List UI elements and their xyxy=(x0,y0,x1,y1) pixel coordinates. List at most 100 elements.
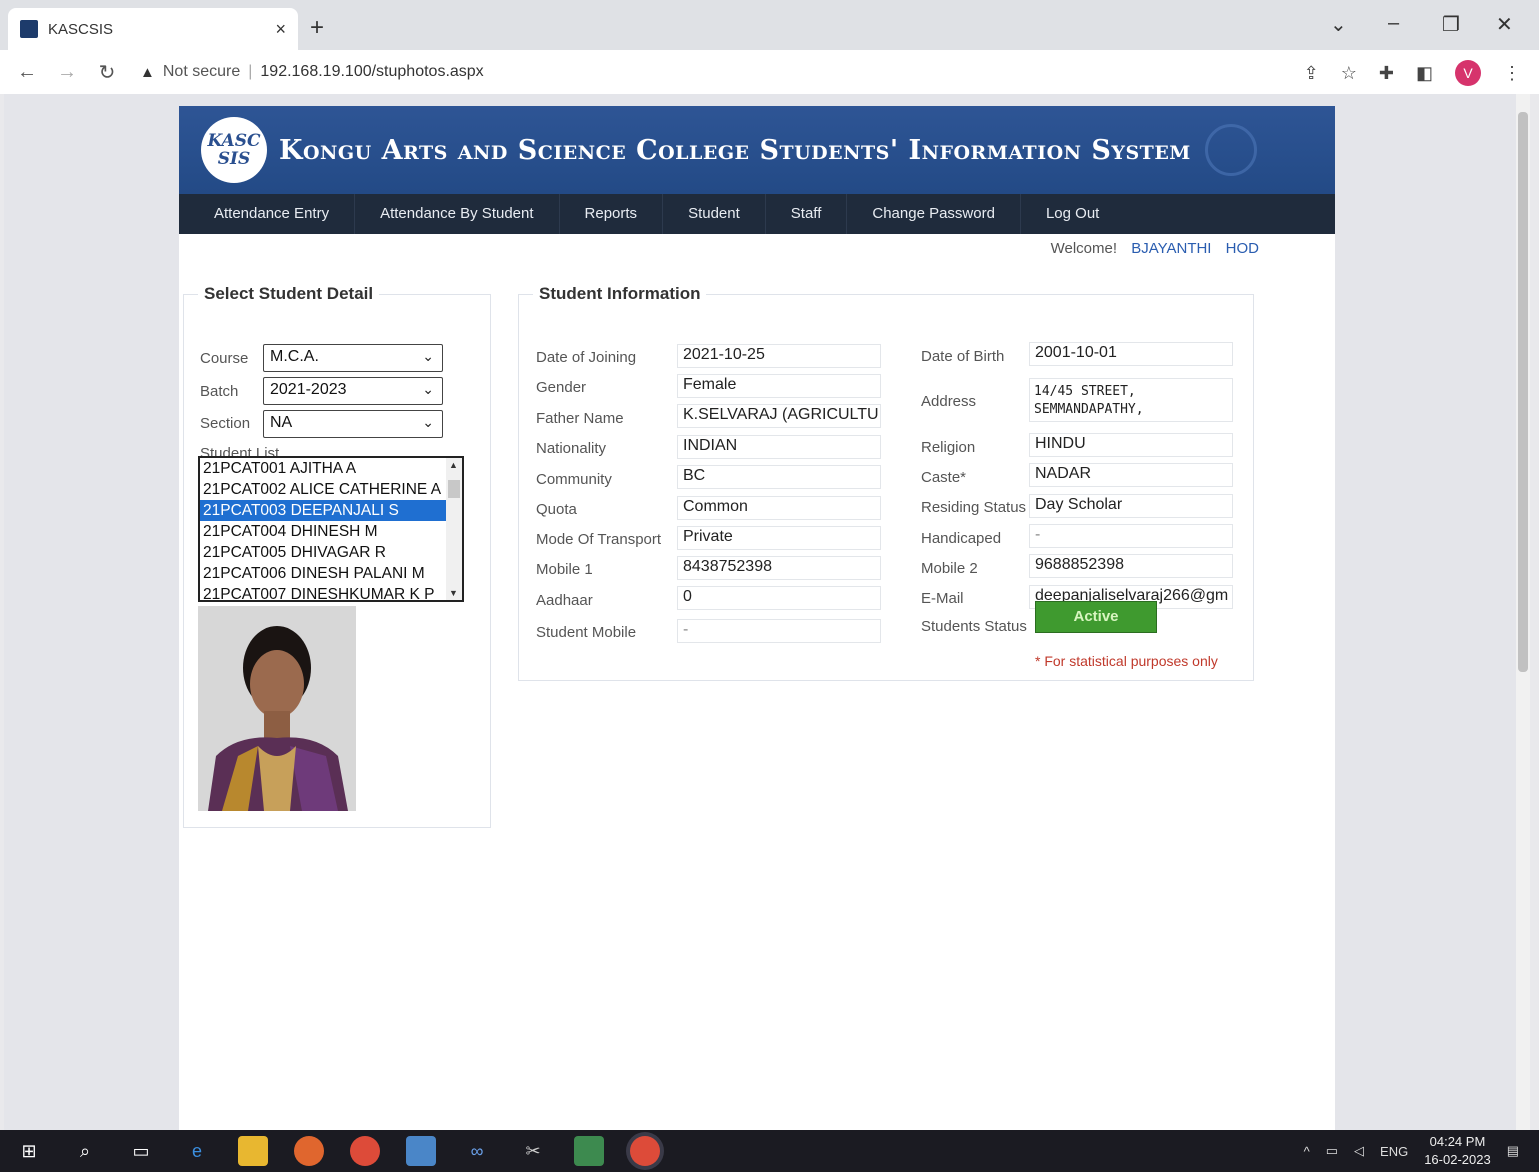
language-indicator[interactable]: ENG xyxy=(1380,1144,1408,1159)
select-student-legend: Select Student Detail xyxy=(204,284,374,303)
chrome-active-icon[interactable] xyxy=(630,1136,660,1166)
menu-reports[interactable]: Reports xyxy=(560,194,664,234)
aadhaar-label: Aadhaar xyxy=(536,592,593,609)
student-listbox[interactable]: 21PCAT001 AJITHA A 21PCAT002 ALICE CATHE… xyxy=(198,456,464,602)
search-icon[interactable]: ⌕ xyxy=(70,1136,100,1166)
restore-icon[interactable]: ❐ xyxy=(1442,12,1460,37)
menu-change-password[interactable]: Change Password xyxy=(847,194,1021,234)
date-of-joining-field[interactable]: 2021-10-25 xyxy=(677,344,881,368)
student-mobile-label: Student Mobile xyxy=(536,624,637,641)
religion-field[interactable]: HINDU xyxy=(1029,433,1233,457)
volume-icon[interactable]: ◁ xyxy=(1354,1143,1364,1159)
listbox-scroll-thumb[interactable] xyxy=(448,480,460,498)
close-tab-icon[interactable]: × xyxy=(275,19,286,40)
batch-value: 2021-2023 xyxy=(270,381,347,398)
dob-field[interactable]: 2001-10-01 xyxy=(1029,342,1233,366)
mobile2-field[interactable]: 9688852398 xyxy=(1029,554,1233,578)
college-seal-icon xyxy=(1204,124,1257,176)
system-clock[interactable]: 04:24 PM 16-02-2023 xyxy=(1424,1133,1491,1169)
share-icon[interactable]: ⇪ xyxy=(1304,63,1319,84)
profile-avatar[interactable]: V xyxy=(1455,60,1481,86)
warning-icon: ▲ xyxy=(140,63,155,81)
file-explorer-icon[interactable] xyxy=(238,1136,268,1166)
community-field[interactable]: BC xyxy=(677,465,881,489)
course-select[interactable]: M.C.A. ⌄ xyxy=(263,344,443,372)
handicaped-field[interactable]: - xyxy=(1029,524,1233,548)
aadhaar-field[interactable]: 0 xyxy=(677,586,881,610)
menu-attendance-entry[interactable]: Attendance Entry xyxy=(189,194,356,234)
system-tray: ^ ▭ ◁ ENG 04:24 PM 16-02-2023 ▤ xyxy=(1304,1130,1519,1172)
main-menu: Attendance Entry Attendance By Student R… xyxy=(179,194,1335,234)
welcome-message: Welcome! BJAYANTHI HOD xyxy=(1051,240,1259,257)
reload-icon[interactable]: ↻ xyxy=(94,60,120,85)
residing-status-field[interactable]: Day Scholar xyxy=(1029,494,1233,518)
nationality-label: Nationality xyxy=(536,440,607,457)
notifications-icon[interactable]: ▤ xyxy=(1507,1143,1519,1159)
email-label: E-Mail xyxy=(921,590,964,607)
app-icon[interactable] xyxy=(406,1136,436,1166)
forward-icon[interactable]: → xyxy=(54,61,80,84)
college-logo: KASC SIS xyxy=(201,117,267,183)
welcome-user[interactable]: BJAYANTHI xyxy=(1131,240,1211,257)
transport-field[interactable]: Private xyxy=(677,526,881,550)
batch-select[interactable]: 2021-2023 ⌄ xyxy=(263,377,443,405)
section-value: NA xyxy=(270,414,293,431)
list-item[interactable]: 21PCAT001 AJITHA A xyxy=(200,458,446,479)
extensions-icon[interactable]: ✚ xyxy=(1379,63,1394,84)
list-item[interactable]: 21PCAT005 DHIVAGAR R xyxy=(200,542,446,563)
scroll-up-icon[interactable]: ▲ xyxy=(449,460,458,470)
menu-log-out[interactable]: Log Out xyxy=(1021,194,1124,234)
page-scroll-thumb[interactable] xyxy=(1518,112,1528,672)
minimize-icon[interactable]: – xyxy=(1388,12,1399,35)
nationality-field[interactable]: INDIAN xyxy=(677,435,881,459)
quota-field[interactable]: Common xyxy=(677,496,881,520)
url-field[interactable]: ▲ Not secure | 192.168.19.100/stuphotos.… xyxy=(140,63,484,81)
address-textarea[interactable]: 14/45 STREET, SEMMANDAPATHY, xyxy=(1029,378,1233,422)
clock-time: 04:24 PM xyxy=(1429,1134,1486,1149)
firefox-icon[interactable] xyxy=(294,1136,324,1166)
list-item[interactable]: 21PCAT007 DINESHKUMAR K P xyxy=(200,584,446,600)
student-mobile-field[interactable]: - xyxy=(677,619,881,643)
menu-staff[interactable]: Staff xyxy=(766,194,848,234)
new-tab-button[interactable]: + xyxy=(310,14,324,42)
internet-explorer-icon[interactable]: e xyxy=(182,1136,212,1166)
back-icon[interactable]: ← xyxy=(14,61,40,84)
tab-search-icon[interactable]: ⌄ xyxy=(1330,12,1347,37)
clock-date: 16-02-2023 xyxy=(1424,1152,1491,1167)
excel-icon[interactable] xyxy=(574,1136,604,1166)
list-item-selected[interactable]: 21PCAT003 DEEPANJALI S xyxy=(200,500,446,521)
close-window-icon[interactable]: ✕ xyxy=(1496,12,1513,37)
course-label: Course xyxy=(200,350,249,367)
list-item[interactable]: 21PCAT002 ALICE CATHERINE A xyxy=(200,479,446,500)
site-banner: KASC SIS Kongu Arts and Science College … xyxy=(179,106,1335,194)
site-title: Kongu Arts and Science College Students'… xyxy=(279,134,1191,166)
residing-status-label: Residing Status xyxy=(921,499,1027,516)
gender-field[interactable]: Female xyxy=(677,374,881,398)
list-item[interactable]: 21PCAT006 DINESH PALANI M xyxy=(200,563,446,584)
task-view-icon[interactable]: ▭ xyxy=(126,1136,156,1166)
caste-field[interactable]: NADAR xyxy=(1029,463,1233,487)
bookmark-star-icon[interactable]: ☆ xyxy=(1341,63,1357,84)
windows-taskbar: ⊞ ⌕ ▭ e ∞ ✂ ^ ▭ ◁ ENG 04:24 PM 16-02-202… xyxy=(0,1130,1539,1172)
network-icon[interactable]: ▭ xyxy=(1326,1143,1338,1159)
mobile1-field[interactable]: 8438752398 xyxy=(677,556,881,580)
infinity-app-icon[interactable]: ∞ xyxy=(462,1136,492,1166)
browser-tab[interactable]: KASCSIS × xyxy=(8,8,298,50)
scroll-down-icon[interactable]: ▼ xyxy=(449,588,458,598)
handicaped-label: Handicaped xyxy=(921,530,1002,547)
list-item[interactable]: 21PCAT004 DHINESH M xyxy=(200,521,446,542)
menu-attendance-by-student[interactable]: Attendance By Student xyxy=(355,194,560,234)
father-name-field[interactable]: K.SELVARAJ (AGRICULTU xyxy=(677,404,881,428)
side-panel-icon[interactable]: ◧ xyxy=(1416,63,1433,84)
status-active-button[interactable]: Active xyxy=(1035,601,1157,633)
menu-student[interactable]: Student xyxy=(663,194,766,234)
windows-start-icon[interactable]: ⊞ xyxy=(14,1136,44,1166)
browser-menu-icon[interactable]: ⋮ xyxy=(1503,63,1521,84)
welcome-role[interactable]: HOD xyxy=(1226,240,1259,257)
chrome-icon[interactable] xyxy=(350,1136,380,1166)
listbox-scrollbar[interactable]: ▲ ▼ xyxy=(446,458,462,600)
tools-icon[interactable]: ✂ xyxy=(518,1136,548,1166)
section-select[interactable]: NA ⌄ xyxy=(263,410,443,438)
show-hidden-icons-icon[interactable]: ^ xyxy=(1304,1144,1310,1159)
page-scrollbar[interactable] xyxy=(1516,94,1530,1130)
